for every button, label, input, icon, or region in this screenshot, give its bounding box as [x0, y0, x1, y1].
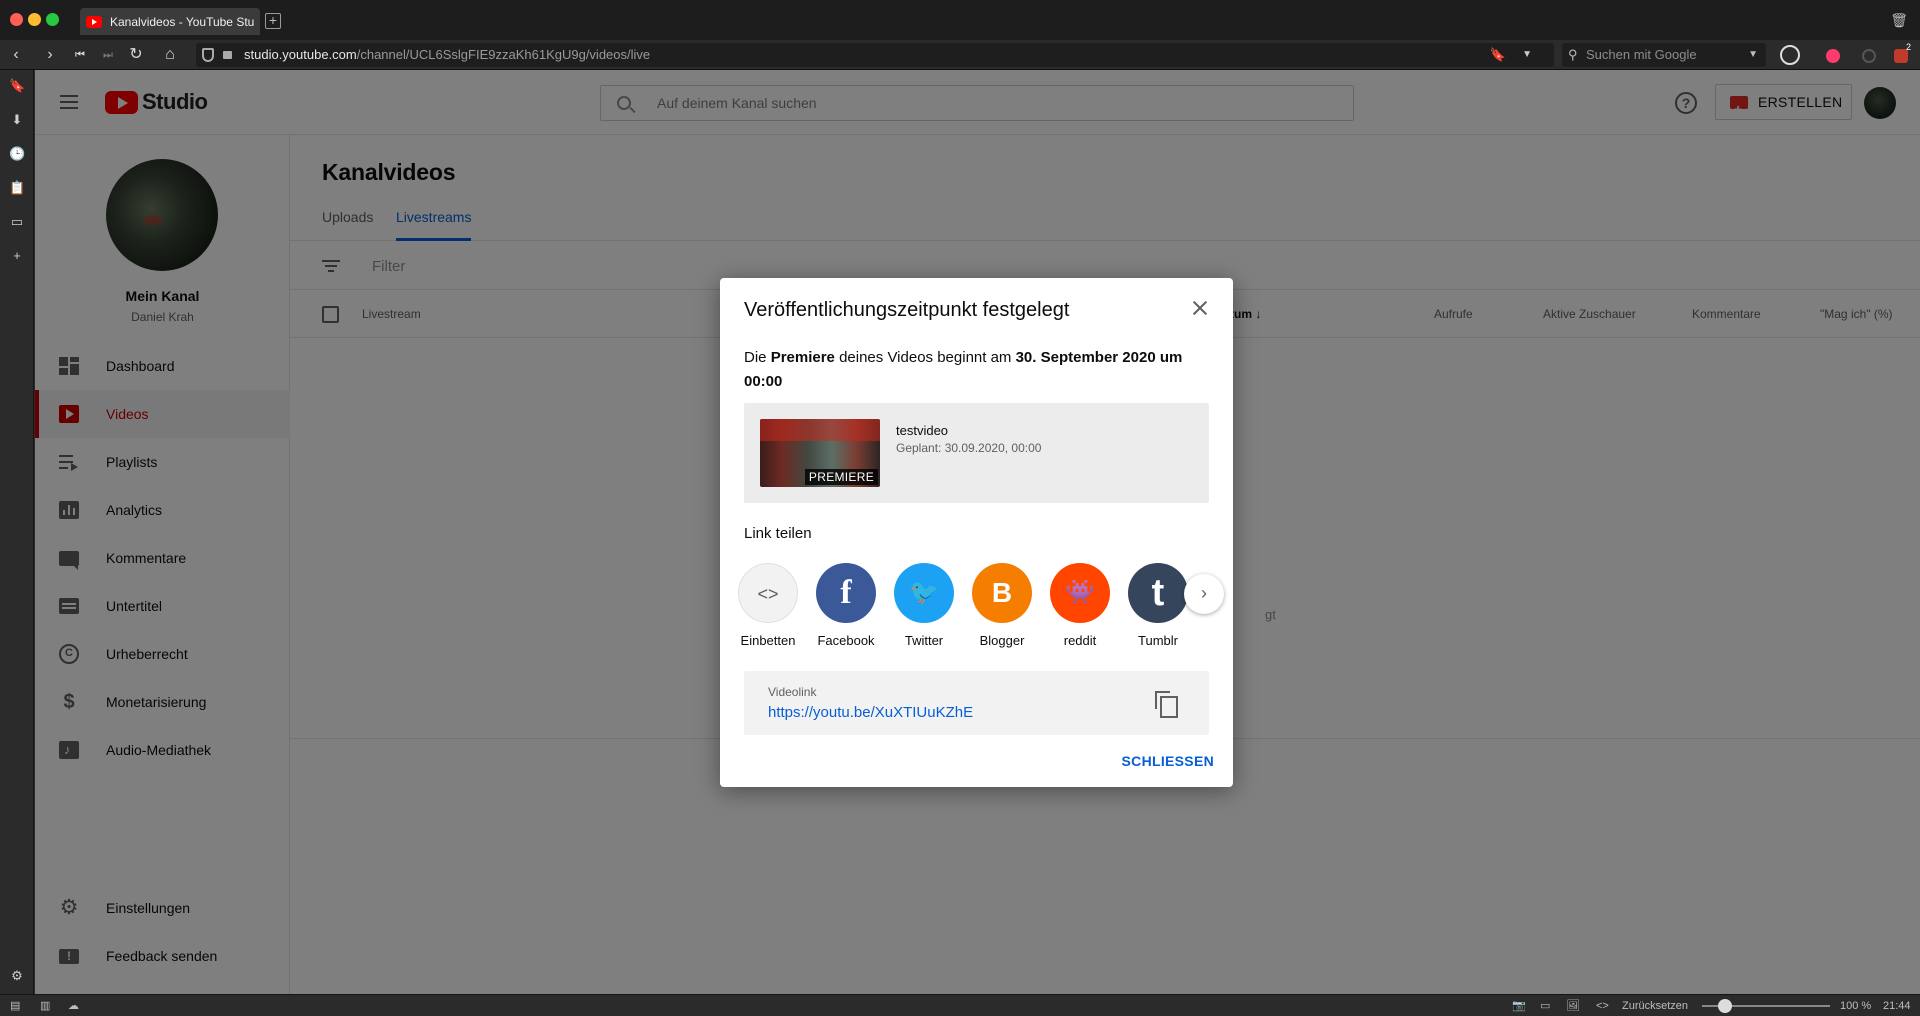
- page-tiling-icon[interactable]: ▭: [1540, 999, 1550, 1013]
- browser-navbar: ‹ › ⏮ ⏭ ↻ ⌂ studio.youtube.com/channel/U…: [0, 40, 1920, 70]
- video-link[interactable]: https://youtu.be/XuXTIUuKZhE: [768, 704, 973, 721]
- facebook-icon: f: [816, 563, 876, 623]
- video-schedule: Geplant: 30.09.2020, 00:00: [896, 441, 1042, 455]
- schedule-dialog: Veröffentlichungszeitpunkt festgelegt Di…: [720, 278, 1233, 787]
- tiling-icon[interactable]: ▥: [40, 999, 50, 1013]
- share-tumblr-button[interactable]: t Tumblr: [1121, 563, 1195, 648]
- video-link-label: Videolink: [768, 685, 817, 699]
- dialog-title: Veröffentlichungszeitpunkt festgelegt: [744, 299, 1070, 321]
- back-button[interactable]: ‹: [6, 45, 26, 65]
- twitter-icon: 🐦: [894, 563, 954, 623]
- reload-button[interactable]: ↻: [126, 45, 146, 65]
- youtube-favicon-icon: [86, 15, 102, 28]
- reddit-icon: 👾: [1050, 563, 1110, 623]
- share-blogger-button[interactable]: B Blogger: [965, 563, 1039, 648]
- share-label: Tumblr: [1138, 633, 1178, 648]
- video-title: testvideo: [896, 423, 949, 438]
- url-host: studio.youtube.com: [244, 47, 357, 62]
- add-panel-icon[interactable]: +: [9, 248, 25, 264]
- url-path: /channel/UCL6SslgFIE9zzaKh61KgU9g/videos…: [356, 47, 651, 62]
- clock: 21:44: [1883, 1000, 1911, 1012]
- video-card: PREMIERE testvideo Geplant: 30.09.2020, …: [744, 403, 1209, 503]
- message-premiere: Premiere: [770, 349, 835, 366]
- tab-title: Kanalvideos - YouTube Stu: [110, 14, 255, 29]
- copy-icon[interactable]: [1155, 691, 1178, 718]
- share-embed-button[interactable]: <> Einbetten: [731, 563, 805, 648]
- video-link-box: Videolink https://youtu.be/XuXTIUuKZhE: [744, 671, 1209, 735]
- downloads-panel-icon[interactable]: ⬇: [9, 112, 25, 128]
- share-label: Blogger: [979, 633, 1025, 648]
- video-thumbnail: PREMIERE: [760, 419, 880, 487]
- blogger-icon: B: [972, 563, 1032, 623]
- web-search-field[interactable]: ⚲ Suchen mit Google ▼: [1562, 43, 1766, 67]
- share-facebook-button[interactable]: f Facebook: [809, 563, 883, 648]
- window-panel-icon[interactable]: ▭: [9, 214, 25, 230]
- browser-titlebar: Kanalvideos - YouTube Stu + 🗑: [0, 0, 1920, 40]
- premiere-badge: PREMIERE: [804, 469, 878, 485]
- bookmark-icon[interactable]: 🔖: [1490, 43, 1506, 67]
- settings-gear-icon[interactable]: ⚙: [9, 968, 25, 984]
- address-bar[interactable]: studio.youtube.com/channel/UCL6SslgFIE9z…: [196, 43, 1554, 67]
- zoom-reset-button[interactable]: Zurücksetzen: [1622, 999, 1688, 1013]
- notes-panel-icon[interactable]: 📋: [9, 180, 25, 196]
- shield-icon[interactable]: [202, 48, 214, 62]
- rewind-button[interactable]: ⏮: [70, 45, 90, 65]
- web-search-placeholder: Suchen mit Google: [1586, 47, 1697, 62]
- share-label: Twitter: [904, 633, 944, 648]
- extension-icon[interactable]: [1826, 49, 1840, 63]
- share-label: Facebook: [817, 633, 875, 648]
- profile-icon[interactable]: [1780, 45, 1800, 65]
- cloud-sync-icon[interactable]: ☁: [68, 999, 79, 1013]
- lock-icon: [223, 51, 232, 59]
- new-tab-button[interactable]: +: [265, 13, 281, 29]
- maximize-window-button[interactable]: [46, 13, 59, 26]
- chevron-down-icon[interactable]: ▼: [1748, 43, 1758, 67]
- minimize-window-button[interactable]: [28, 13, 41, 26]
- bookmarks-panel-icon[interactable]: 🔖: [9, 78, 25, 94]
- close-button[interactable]: SCHLIESSEN: [1094, 746, 1214, 776]
- message-mid: deines Videos beginnt am: [834, 349, 1016, 366]
- share-heading: Link teilen: [744, 525, 812, 542]
- home-button[interactable]: ⌂: [160, 45, 180, 65]
- close-window-button[interactable]: [10, 13, 23, 26]
- share-twitter-button[interactable]: 🐦 Twitter: [887, 563, 961, 648]
- share-label: Einbetten: [740, 633, 796, 648]
- images-icon[interactable]: 🖼: [1566, 999, 1580, 1013]
- panel-toggle-icon[interactable]: ▤: [10, 999, 20, 1013]
- sync-icon[interactable]: [1862, 49, 1876, 63]
- chevron-right-icon[interactable]: ›: [1184, 574, 1224, 614]
- page-actions-icon[interactable]: <>: [1596, 999, 1609, 1013]
- browser-statusbar: ▤ ▥ ☁ 📷 ▭ 🖼 <> Zurücksetzen 100 % 21:44: [0, 994, 1920, 1016]
- history-panel-icon[interactable]: 🕒: [9, 146, 25, 162]
- chevron-down-icon[interactable]: ▼: [1522, 43, 1532, 67]
- zoom-level: 100 %: [1840, 1000, 1872, 1012]
- share-label: reddit: [1063, 633, 1097, 648]
- message-prefix: Die: [744, 349, 771, 366]
- ublock-badge: 2: [1906, 42, 1912, 52]
- forward-button[interactable]: ›: [40, 45, 60, 65]
- fast-forward-button[interactable]: ⏭: [98, 45, 118, 65]
- capture-icon[interactable]: 📷: [1512, 999, 1526, 1013]
- embed-icon: <>: [738, 563, 798, 623]
- trash-icon[interactable]: 🗑: [1890, 12, 1908, 29]
- dialog-message: Die Premiere deines Videos beginnt am 30…: [744, 346, 1214, 394]
- search-icon: ⚲: [1568, 47, 1578, 62]
- zoom-slider-handle[interactable]: [1718, 999, 1732, 1013]
- tumblr-icon: t: [1128, 563, 1188, 623]
- close-icon[interactable]: [1188, 296, 1212, 320]
- browser-sidebar: 🔖 ⬇ 🕒 📋 ▭ + ⚙: [0, 70, 34, 994]
- share-reddit-button[interactable]: 👾 reddit: [1043, 563, 1117, 648]
- browser-tab[interactable]: Kanalvideos - YouTube Stu: [80, 8, 260, 35]
